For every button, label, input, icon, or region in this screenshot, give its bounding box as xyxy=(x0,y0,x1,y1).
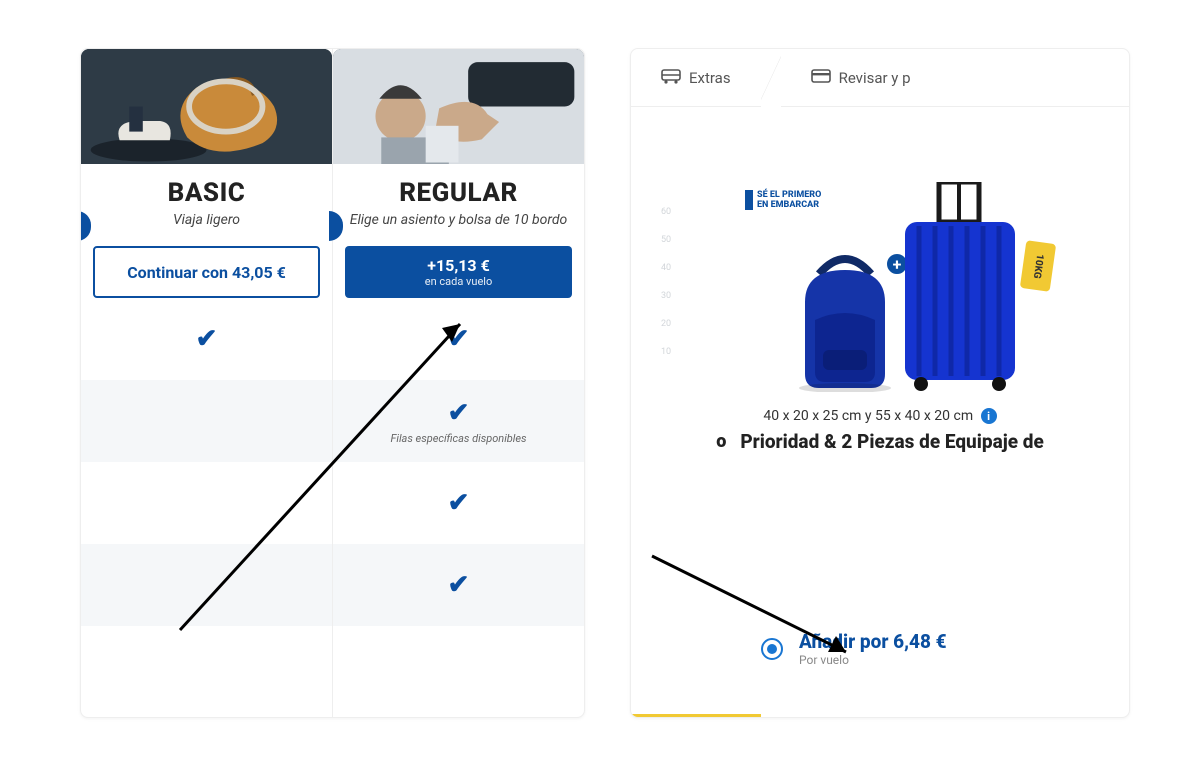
add-price-label: Añadir por 6,48 € xyxy=(799,630,947,653)
regular-price-label: +15,13 € xyxy=(427,256,490,275)
fare-subtitle-basic: Viaja ligero xyxy=(81,212,332,228)
regular-feature-1: ✔ xyxy=(333,298,584,380)
regular-feature-4: ✔ xyxy=(333,544,584,626)
check-icon: ✔ xyxy=(196,324,218,354)
luggage-dimensions: 40 x 20 x 25 cm y 55 x 40 x 20 cm i xyxy=(631,408,1129,424)
progress-step-extras[interactable]: Extras xyxy=(631,68,761,88)
check-icon: ✔ xyxy=(448,324,470,354)
fare-column-basic: BASIC Viaja ligero Continuar con 43,05 €… xyxy=(81,49,333,717)
regular-row2-note: Filas específicas disponibles xyxy=(390,432,526,445)
basic-feature-4 xyxy=(81,544,332,626)
select-regular-button[interactable]: +15,13 € en cada vuelo xyxy=(345,246,572,298)
fare-title-basic: BASIC xyxy=(81,178,332,208)
basic-feature-1: ✔ xyxy=(81,298,332,380)
bus-icon xyxy=(661,68,681,88)
check-icon: ✔ xyxy=(448,570,470,600)
basic-feature-3 xyxy=(81,462,332,544)
step-review-label: Revisar y p xyxy=(839,69,911,87)
fare-image-regular xyxy=(333,49,584,164)
card-icon xyxy=(811,69,831,87)
regular-feature-2: ✔ Filas específicas disponibles xyxy=(333,380,584,462)
regular-feature-3: ✔ xyxy=(333,462,584,544)
fare-compare-panel: BASIC Viaja ligero Continuar con 43,05 €… xyxy=(80,48,585,718)
fare-subtitle-regular: Elige un asiento y bolsa de 10 bordo xyxy=(333,212,584,228)
add-price-sub: Por vuelo xyxy=(799,653,947,667)
first-to-board-badge: SÉ EL PRIMERO EN EMBARCAR xyxy=(745,190,821,210)
add-priority-option[interactable]: Añadir por 6,48 € Por vuelo xyxy=(761,630,947,667)
progress-step-review[interactable]: Revisar y p xyxy=(781,69,941,87)
continue-basic-label: Continuar con 43,05 € xyxy=(127,263,286,282)
suitcase-icon xyxy=(895,182,1025,392)
radio-selected-icon[interactable] xyxy=(761,638,783,660)
weight-tag-10kg: 10KG xyxy=(1020,240,1056,292)
fare-image-basic xyxy=(81,49,332,164)
basic-feature-2 xyxy=(81,380,332,462)
luggage-illustration: SÉ EL PRIMERO EN EMBARCAR + xyxy=(715,172,1045,402)
regular-price-sub: en cada vuelo xyxy=(425,275,492,288)
check-icon: ✔ xyxy=(448,488,470,518)
step-separator xyxy=(761,49,781,107)
fare-column-regular: REGULAR Elige un asiento y bolsa de 10 b… xyxy=(333,49,584,717)
extras-panel: Extras Revisar y p 60 50 40 30 20 10 SÉ … xyxy=(630,48,1130,718)
priority-product-title: o Prioridad & 2 Piezas de Equipaje de xyxy=(631,430,1129,453)
fare-title-regular: REGULAR xyxy=(333,178,584,208)
size-ruler: 60 50 40 30 20 10 xyxy=(661,207,671,375)
check-icon: ✔ xyxy=(448,398,470,428)
info-icon[interactable]: i xyxy=(981,408,997,424)
step-extras-label: Extras xyxy=(689,69,731,87)
backpack-icon xyxy=(785,252,905,392)
separator-o: o xyxy=(716,431,726,452)
continue-basic-button[interactable]: Continuar con 43,05 € xyxy=(93,246,320,298)
checkout-progress: Extras Revisar y p xyxy=(631,49,1129,107)
